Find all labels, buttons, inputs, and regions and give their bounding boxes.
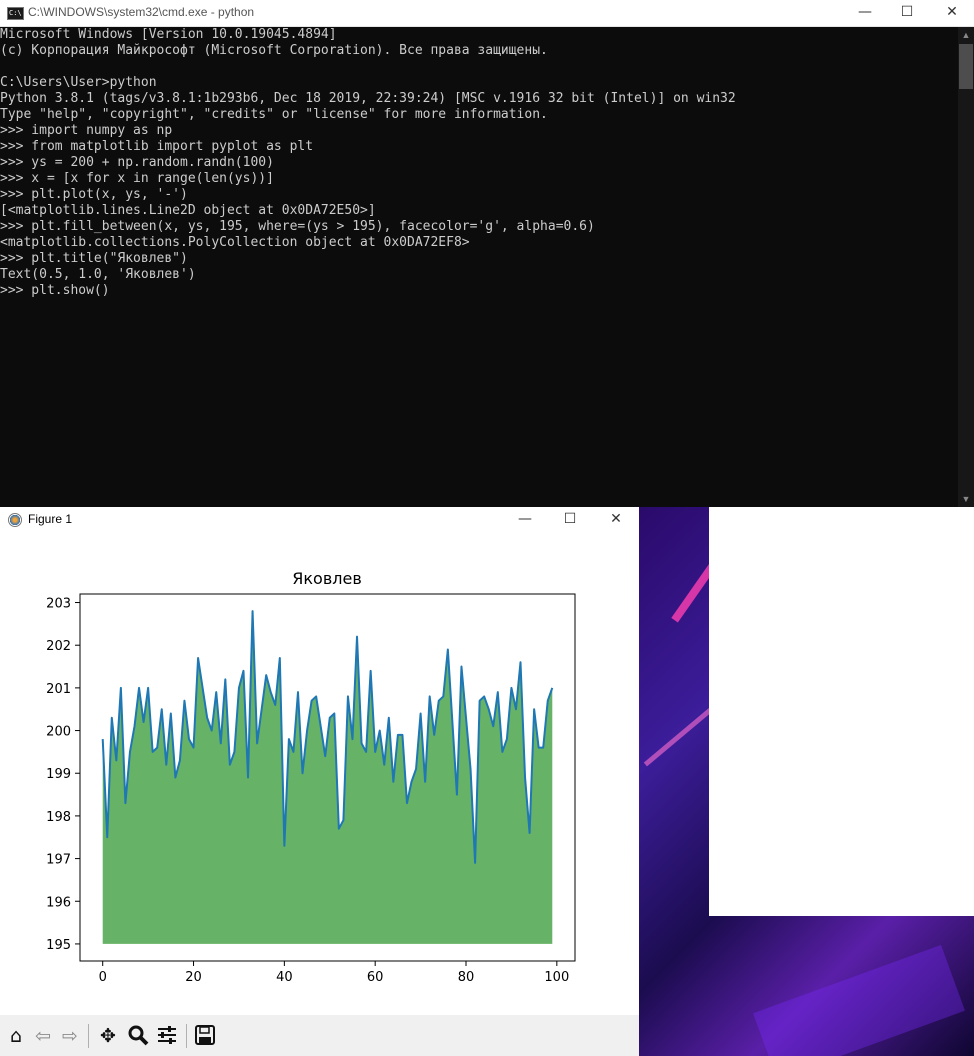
y-tick-label: 196 — [46, 895, 71, 910]
cmd-window: C:\ C:\WINDOWS\system32\cmd.exe - python… — [0, 0, 974, 507]
console-line: >>> plt.fill_between(x, ys, 195, where=(… — [0, 219, 595, 234]
toolbar-separator — [186, 1024, 187, 1048]
figure-close-button[interactable]: ✕ — [593, 507, 639, 533]
y-tick-label: 203 — [46, 597, 71, 612]
console-line: Type "help", "copyright", "credits" or "… — [0, 107, 548, 122]
back-icon[interactable]: ⇦ — [31, 1024, 55, 1048]
console-line: C:\Users\User>python — [0, 75, 157, 90]
scroll-down-icon[interactable]: ▼ — [958, 491, 974, 507]
x-tick-label: 100 — [544, 970, 569, 985]
chart-title: Яковлев — [292, 569, 362, 588]
close-button[interactable]: ✕ — [929, 0, 974, 26]
save-icon[interactable] — [193, 1024, 217, 1048]
console-line: <matplotlib.collections.PolyCollection o… — [0, 235, 470, 250]
console-line: Text(0.5, 1.0, 'Яковлев') — [0, 267, 196, 282]
cmd-window-title: C:\WINDOWS\system32\cmd.exe - python — [28, 5, 255, 19]
y-tick-label: 195 — [46, 938, 71, 953]
figure-toolbar: ⌂ ⇦ ⇨ ✥ — [0, 1015, 639, 1056]
console-line: >>> ys = 200 + np.random.randn(100) — [0, 155, 274, 170]
y-tick-label: 201 — [46, 682, 71, 697]
console-line: >>> from matplotlib import pyplot as plt — [0, 139, 314, 154]
matplotlib-icon — [8, 513, 22, 527]
x-tick-label: 40 — [276, 970, 293, 985]
console-line: >>> plt.title("Яковлев") — [0, 251, 188, 266]
scroll-thumb[interactable] — [959, 44, 973, 89]
console-line: >>> import numpy as np — [0, 123, 173, 138]
toolbar-separator — [88, 1024, 89, 1048]
x-tick-label: 0 — [99, 970, 107, 985]
console-line: >>> plt.plot(x, ys, '-') — [0, 187, 188, 202]
y-tick-label: 202 — [46, 639, 71, 654]
fill-area-group — [102, 611, 553, 944]
wallpaper-streak — [753, 944, 965, 1056]
x-tick-label: 80 — [458, 970, 475, 985]
console-line: >>> x = [x for x in range(len(ys))] — [0, 171, 274, 186]
figure-window: Figure 1 — ☐ ✕ Яковлев 0 20 40 60 80 100 195 19… — [0, 507, 639, 1056]
console-line: Python 3.8.1 (tags/v3.8.1:1b293b6, Dec 1… — [0, 91, 736, 106]
home-icon[interactable]: ⌂ — [4, 1024, 28, 1048]
fill-area — [102, 611, 553, 944]
console-scrollbar[interactable]: ▲ ▼ — [958, 27, 974, 507]
console-line: (c) Корпорация Майкрософт (Microsoft Cor… — [0, 43, 548, 58]
maximize-button[interactable]: ☐ — [884, 0, 930, 26]
console-line: >>> plt.show() — [0, 283, 110, 298]
console-output[interactable]: Microsoft Windows [Version 10.0.19045.48… — [0, 27, 958, 507]
background-window — [709, 507, 974, 916]
x-tick-label: 20 — [185, 970, 202, 985]
minimize-button[interactable]: — — [842, 0, 888, 26]
y-tick-label: 199 — [46, 767, 71, 782]
cmd-titlebar[interactable]: C:\ C:\WINDOWS\system32\cmd.exe - python… — [0, 0, 974, 27]
cmd-icon: C:\ — [7, 7, 24, 20]
scroll-up-icon[interactable]: ▲ — [958, 27, 974, 43]
figure-minimize-button[interactable]: — — [502, 507, 548, 533]
configure-subplots-icon[interactable] — [155, 1024, 179, 1048]
forward-icon[interactable]: ⇨ — [58, 1024, 82, 1048]
x-tick-label: 60 — [367, 970, 384, 985]
plot-canvas[interactable]: Яковлев 0 20 40 60 80 100 195 196 197 198 199 200 20… — [0, 547, 639, 1015]
figure-window-title: Figure 1 — [28, 512, 73, 526]
zoom-icon[interactable] — [126, 1024, 150, 1048]
y-tick-label: 200 — [46, 725, 71, 740]
pan-icon[interactable]: ✥ — [96, 1024, 120, 1048]
console-line: [<matplotlib.lines.Line2D object at 0x0D… — [0, 203, 376, 218]
y-tick-label: 197 — [46, 853, 71, 868]
console-line: Microsoft Windows [Version 10.0.19045.48… — [0, 27, 337, 42]
figure-titlebar[interactable]: Figure 1 — ☐ ✕ — [0, 507, 639, 533]
figure-maximize-button[interactable]: ☐ — [547, 507, 593, 533]
y-tick-label: 198 — [46, 810, 71, 825]
